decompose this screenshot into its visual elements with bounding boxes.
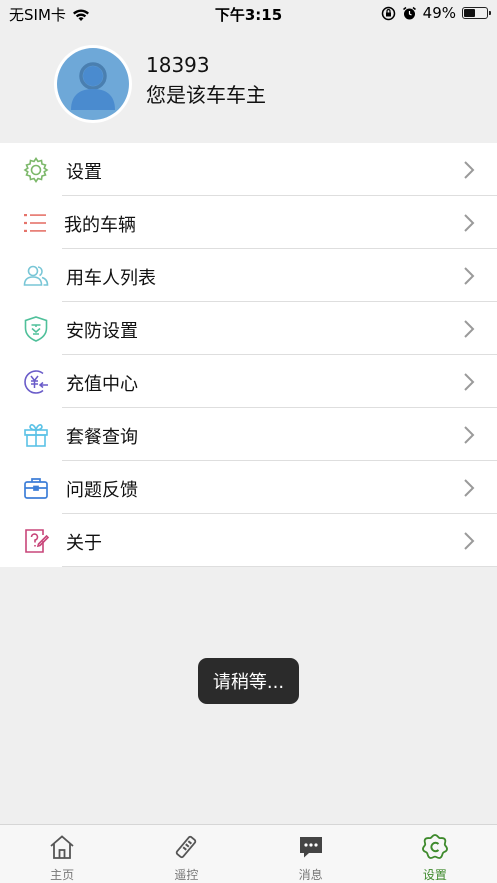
menu-item-label: 充值中心 [66, 374, 138, 395]
menu-item-feedback[interactable]: 问题反馈 [0, 461, 497, 514]
status-bar: 无SIM卡 下午3:15 49% [0, 0, 497, 26]
chevron-right-icon [464, 373, 475, 391]
battery-icon [462, 7, 491, 19]
tab-bar: 主页 遥控 消息 设置 [0, 824, 497, 883]
menu-item-recharge-center[interactable]: 充值中心 [0, 355, 497, 408]
recharge-icon [24, 370, 48, 394]
menu-item-my-vehicles[interactable]: 我的车辆 [0, 196, 497, 249]
divider [62, 566, 497, 567]
menu-item-about[interactable]: 关于 [0, 514, 497, 567]
chevron-right-icon [464, 426, 475, 444]
tab-messages[interactable]: 消息 [249, 825, 373, 883]
users-icon [23, 265, 49, 286]
menu-item-package-query[interactable]: 套餐查询 [0, 408, 497, 461]
tab-settings[interactable]: 设置 [373, 825, 497, 883]
chevron-right-icon [464, 320, 475, 338]
gift-icon [24, 424, 48, 447]
chevron-right-icon [464, 532, 475, 550]
message-icon [299, 837, 322, 858]
tab-label: 主页 [50, 868, 75, 882]
battery-fill [464, 9, 475, 17]
home-icon [50, 835, 74, 859]
profile-name: 18393 [146, 53, 210, 77]
status-right: 49% [381, 4, 491, 22]
tab-home[interactable]: 主页 [0, 825, 124, 883]
avatar-image [57, 48, 129, 120]
screen: 无SIM卡 下午3:15 49% 18393 您是该车车主 设置 我的车辆 用车… [0, 0, 497, 883]
menu-item-settings[interactable]: 设置 [0, 143, 497, 196]
menu-item-label: 设置 [66, 162, 102, 183]
menu-item-label: 用车人列表 [66, 268, 156, 289]
menu-item-security-settings[interactable]: 安防设置 [0, 302, 497, 355]
chevron-right-icon [464, 267, 475, 285]
chevron-right-icon [464, 161, 475, 179]
remote-key-icon [176, 835, 197, 859]
settings-flower-icon [421, 834, 448, 859]
menu-item-driver-list[interactable]: 用车人列表 [0, 249, 497, 302]
profile-role: 您是该车车主 [146, 83, 266, 107]
battery-percent: 49% [422, 4, 456, 22]
list-icon [24, 214, 46, 232]
menu-item-label: 套餐查询 [66, 427, 138, 448]
user-silhouette-icon [71, 62, 115, 110]
tab-remote[interactable]: 遥控 [124, 825, 248, 883]
briefcase-icon [24, 478, 48, 499]
alarm-icon [402, 6, 416, 19]
tab-label: 消息 [298, 868, 323, 882]
tab-label: 设置 [422, 868, 447, 882]
avatar[interactable] [54, 45, 132, 123]
shield-icon [24, 316, 48, 342]
gear-icon [23, 157, 49, 183]
menu-item-label: 安防设置 [66, 321, 138, 342]
menu-item-label: 问题反馈 [66, 480, 138, 501]
chevron-right-icon [464, 214, 475, 232]
menu-item-label: 我的车辆 [64, 215, 136, 236]
orientation-lock-icon [381, 6, 395, 20]
profile-header: 18393 您是该车车主 [0, 26, 497, 143]
loading-toast: 请稍等... [198, 658, 299, 704]
tab-label: 遥控 [174, 868, 199, 882]
settings-menu: 设置 我的车辆 用车人列表 安防设置 充值中心 套餐查询 问题反馈 关于 [0, 143, 497, 567]
menu-item-label: 关于 [66, 533, 102, 554]
question-doc-icon [25, 529, 50, 553]
chevron-right-icon [464, 479, 475, 497]
